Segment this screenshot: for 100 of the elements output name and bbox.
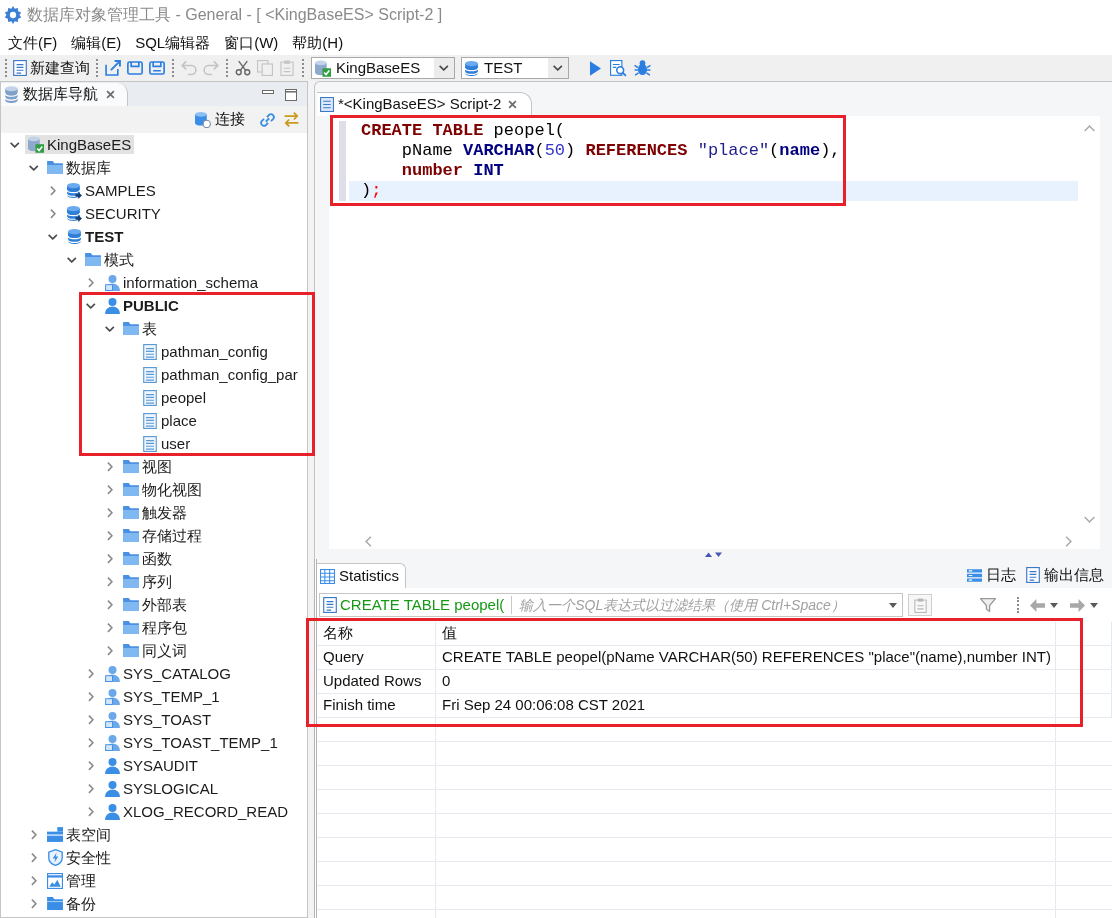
chevron-down-icon[interactable] xyxy=(29,164,39,171)
new-query-button[interactable]: 新建查询 xyxy=(11,57,92,79)
tree-item[interactable]: 函数 xyxy=(120,549,175,568)
filter-input[interactable]: 输入一个SQL表达式以过滤结果（使用 Ctrl+Space） xyxy=(519,595,885,615)
tree-item[interactable]: KingBaseES xyxy=(25,135,135,154)
chevron-right-icon[interactable] xyxy=(107,530,113,541)
tree-item[interactable]: PUBLIC xyxy=(101,296,182,315)
chevron-right-icon[interactable] xyxy=(31,852,37,863)
tree-item[interactable]: user xyxy=(139,434,194,453)
tree-item[interactable]: 表 xyxy=(120,319,160,338)
view-button[interactable]: 日志 xyxy=(967,564,1016,586)
chevron-right-icon[interactable] xyxy=(107,553,113,564)
export-button[interactable] xyxy=(102,57,124,79)
user-icon xyxy=(104,297,120,314)
dropdown-caret-icon[interactable] xyxy=(889,602,897,608)
chevron-right-icon[interactable] xyxy=(88,691,94,702)
chevron-right-icon[interactable] xyxy=(107,461,113,472)
tree-item[interactable]: SYS_TEMP_1 xyxy=(101,687,223,706)
tree-item[interactable]: SAMPLES xyxy=(63,181,159,200)
tree-item[interactable]: 触发器 xyxy=(120,503,190,522)
tree-item[interactable]: pathman_config_par xyxy=(139,365,301,384)
scroll-up-icon[interactable] xyxy=(1083,125,1095,132)
editor-tab[interactable]: *<KingBaseES> Script-2 xyxy=(317,92,533,116)
tree-item[interactable]: 视图 xyxy=(120,457,175,476)
chevron-right-icon[interactable] xyxy=(50,208,56,219)
maximize-icon[interactable] xyxy=(285,89,297,101)
database-select[interactable]: TEST xyxy=(461,57,569,79)
chevron-right-icon[interactable] xyxy=(107,576,113,587)
tree-item[interactable]: SYS_TOAST_TEMP_1 xyxy=(101,733,281,752)
menu-item[interactable]: 文件(F) xyxy=(1,32,65,53)
chevron-down-icon[interactable] xyxy=(10,141,20,148)
tree-item[interactable]: 物化视图 xyxy=(120,480,205,499)
chevron-right-icon[interactable] xyxy=(107,622,113,633)
tree-item[interactable]: 管理 xyxy=(44,871,99,890)
tree-item[interactable]: peopel xyxy=(139,388,210,407)
chevron-right-icon[interactable] xyxy=(88,783,94,794)
tree-item[interactable]: 模式 xyxy=(82,250,137,269)
scroll-down-icon[interactable] xyxy=(1083,516,1095,523)
table-cell: Finish time xyxy=(317,694,436,717)
tree-item[interactable]: 序列 xyxy=(120,572,175,591)
connect-button[interactable]: 连接 xyxy=(193,108,247,131)
tree-item[interactable]: SYSAUDIT xyxy=(101,756,201,775)
tree-item[interactable]: TEST xyxy=(63,227,127,246)
close-icon[interactable] xyxy=(508,100,518,109)
swap-arrows-icon xyxy=(283,112,299,127)
tree-item[interactable]: SYS_CATALOG xyxy=(101,664,234,683)
tree-item[interactable]: SYS_TOAST xyxy=(101,710,215,729)
chevron-right-icon[interactable] xyxy=(31,875,37,886)
dropdown-caret-icon[interactable] xyxy=(1090,602,1098,608)
tree-item[interactable]: XLOG_RECORD_READ xyxy=(101,802,292,821)
tree-item[interactable]: 同义词 xyxy=(120,641,190,660)
chevron-right-icon[interactable] xyxy=(107,484,113,495)
tree-item[interactable]: 备份 xyxy=(44,894,99,913)
close-icon[interactable] xyxy=(106,90,115,99)
explain-button[interactable] xyxy=(607,57,629,79)
chevron-right-icon[interactable] xyxy=(31,829,37,840)
chevron-down-icon[interactable] xyxy=(86,302,96,309)
tree-item[interactable]: SECURITY xyxy=(63,204,164,223)
tree-item[interactable]: pathman_config xyxy=(139,342,271,361)
chevron-right-icon[interactable] xyxy=(107,599,113,610)
menu-item[interactable]: 编辑(E) xyxy=(64,32,129,53)
arrow-right-icon xyxy=(1069,598,1085,612)
chevron-down-icon[interactable] xyxy=(67,256,77,263)
scroll-right-icon[interactable] xyxy=(1065,535,1072,547)
chevron-right-icon[interactable] xyxy=(88,714,94,725)
chevron-right-icon[interactable] xyxy=(50,185,56,196)
chevron-right-icon[interactable] xyxy=(107,507,113,518)
tree-item[interactable]: place xyxy=(139,411,200,430)
query-label: CREATE TABLE peopel( xyxy=(340,594,505,615)
tree-item[interactable]: information_schema xyxy=(101,273,262,292)
triangle-arrows-icon[interactable] xyxy=(705,551,722,557)
chevron-right-icon[interactable] xyxy=(107,645,113,656)
filter-bar[interactable]: CREATE TABLE peopel( 输入一个SQL表达式以过滤结果（使用 Ctrl+Space） xyxy=(319,593,903,617)
results-tab[interactable]: Statistics xyxy=(317,563,406,588)
minimize-icon[interactable] xyxy=(262,90,274,94)
menu-item[interactable]: 窗口(W) xyxy=(217,32,286,53)
view-button[interactable]: 输出信息 xyxy=(1026,564,1104,586)
chevron-down-icon[interactable] xyxy=(48,233,58,240)
tree-item[interactable]: 安全性 xyxy=(44,848,114,867)
tree-item[interactable]: 外部表 xyxy=(120,595,190,614)
menu-item[interactable]: 帮助(H) xyxy=(285,32,351,53)
chevron-right-icon[interactable] xyxy=(88,760,94,771)
tree-item[interactable]: SYSLOGICAL xyxy=(101,779,222,798)
tree-item[interactable]: 数据库 xyxy=(44,158,114,177)
scroll-left-icon[interactable] xyxy=(365,535,372,547)
chevron-down-icon[interactable] xyxy=(105,325,115,332)
chevron-right-icon[interactable] xyxy=(88,737,94,748)
chevron-right-icon[interactable] xyxy=(88,668,94,679)
arrow-left-icon xyxy=(1029,598,1045,612)
connection-select[interactable]: KingBaseES xyxy=(311,57,455,79)
tree-item[interactable]: 存储过程 xyxy=(120,526,205,545)
save-icon xyxy=(127,60,143,76)
tree-item[interactable]: 表空间 xyxy=(44,825,114,844)
dropdown-caret-icon[interactable] xyxy=(1050,602,1058,608)
panel-tab[interactable]: 数据库导航 xyxy=(1,83,128,106)
chevron-right-icon[interactable] xyxy=(88,806,94,817)
chevron-right-icon[interactable] xyxy=(88,277,94,288)
menu-item[interactable]: SQL编辑器 xyxy=(128,32,218,53)
tree-item[interactable]: 程序包 xyxy=(120,618,190,637)
chevron-right-icon[interactable] xyxy=(31,898,37,909)
